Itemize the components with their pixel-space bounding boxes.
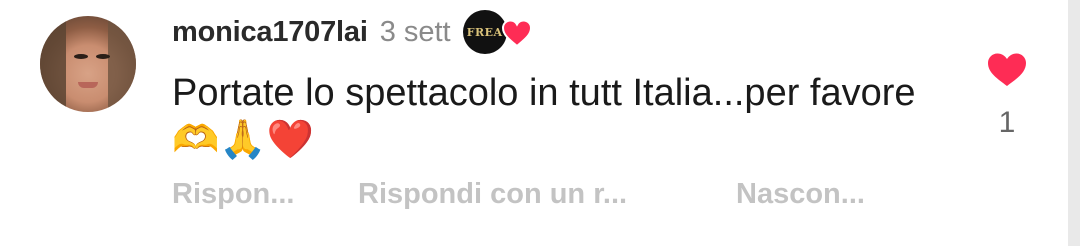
comment-card: monica1707lai 3 sett FREA Portate lo spe… — [0, 0, 1068, 246]
creator-liked-badge: FREA — [462, 10, 535, 54]
avatar-mouth — [78, 82, 98, 88]
avatar-eye-left — [74, 54, 88, 59]
like-count: 1 — [998, 106, 1016, 139]
hide-button[interactable]: Nascon... — [736, 178, 865, 211]
reply-with-video-button[interactable]: Rispondi con un r... — [358, 178, 736, 211]
avatar-hair-right — [108, 16, 136, 112]
avatar-eye-right — [96, 54, 110, 59]
comment-actions: Rispon... Rispondi con un r... Nascon... — [172, 178, 865, 211]
username[interactable]: monica1707lai — [172, 16, 368, 49]
reply-button[interactable]: Rispon... — [172, 178, 358, 211]
avatar[interactable] — [40, 16, 136, 112]
comment-text: Portate lo spettacolo in tutt Italia...p… — [172, 72, 916, 161]
comment-header: monica1707lai 3 sett FREA — [172, 10, 535, 54]
like-control[interactable]: 1 — [984, 52, 1030, 140]
timestamp: 3 sett — [379, 15, 451, 48]
avatar-hair-left — [40, 16, 66, 112]
right-edge — [1068, 0, 1080, 246]
creator-heart-icon — [501, 19, 532, 47]
heart-icon[interactable] — [986, 52, 1028, 88]
